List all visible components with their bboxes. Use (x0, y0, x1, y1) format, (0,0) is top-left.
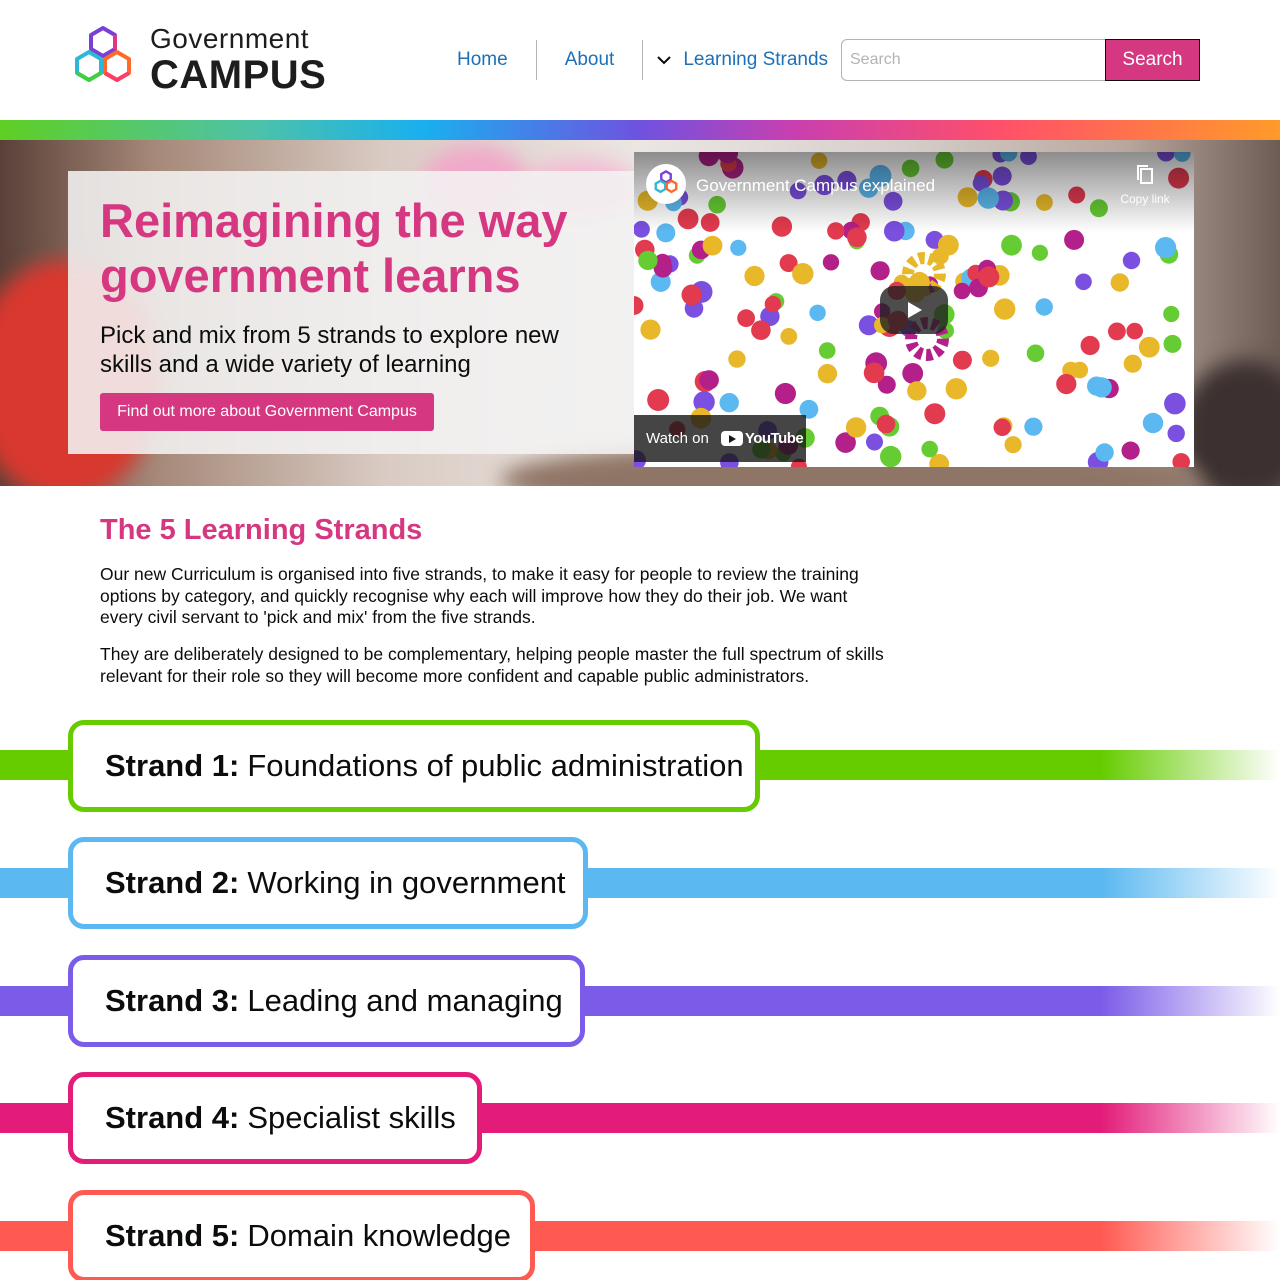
watch-on-youtube-button[interactable]: Watch on YouTube (634, 415, 806, 462)
strand-3-card[interactable]: Strand 3: Leading and managing (68, 955, 585, 1047)
strand-4-title: Specialist skills (247, 1100, 456, 1135)
search-input[interactable] (841, 39, 1105, 81)
strand-4-card[interactable]: Strand 4: Specialist skills (68, 1072, 482, 1164)
channel-avatar[interactable] (646, 164, 686, 204)
strand-2-card[interactable]: Strand 2: Working in government (68, 837, 588, 929)
logo-line-2: CAMPUS (150, 53, 327, 97)
video-player[interactable]: Government Campus explained Copy link Wa… (634, 152, 1194, 467)
strand-5-prefix: Strand 5: (105, 1218, 240, 1253)
strand-3-title: Leading and managing (247, 983, 563, 1018)
rainbow-divider (0, 120, 1280, 140)
youtube-play-icon (720, 431, 743, 446)
strand-1-title: Foundations of public administration (247, 748, 744, 783)
copy-link-button[interactable]: Copy link (1110, 164, 1180, 206)
strand-2-title: Working in government (247, 865, 566, 900)
logo-line-1: Government (150, 23, 310, 54)
logo-wordmark: Government CAMPUS (150, 23, 327, 97)
site-header: Government CAMPUS Home About Learning St… (0, 0, 1280, 120)
learning-strands-heading: The 5 Learning Strands (100, 514, 423, 546)
watch-on-label: Watch on (646, 430, 709, 447)
nav-home-link[interactable]: Home (429, 40, 536, 80)
hero-title: Reimagining the way government learns (100, 194, 568, 302)
strand-2-prefix: Strand 2: (105, 865, 240, 900)
youtube-logo: YouTube (720, 430, 804, 447)
strand-4-prefix: Strand 4: (105, 1100, 240, 1135)
strand-5-title: Domain knowledge (247, 1218, 512, 1253)
hero-card: Reimagining the way government learns Pi… (68, 171, 634, 454)
find-out-more-button[interactable]: Find out more about Government Campus (100, 393, 434, 431)
main-navigation: Home About Learning Strands (429, 40, 856, 80)
play-icon (908, 302, 922, 318)
play-button[interactable] (880, 286, 948, 334)
video-title[interactable]: Government Campus explained (696, 176, 935, 196)
search-button[interactable]: Search (1105, 39, 1200, 81)
search-form: Search (841, 39, 1200, 81)
intro-paragraph: Our new Curriculum is organised into fiv… (100, 564, 859, 627)
strand-3-prefix: Strand 3: (105, 983, 240, 1018)
chevron-down-icon (657, 55, 672, 65)
copy-icon (1137, 165, 1153, 184)
strand-1-card[interactable]: Strand 1: Foundations of public administ… (68, 720, 760, 812)
hexagon-logo-icon (654, 170, 678, 194)
youtube-wordmark: YouTube (744, 430, 804, 447)
nav-learning-strands-label: Learning Strands (683, 49, 829, 70)
hero-subtitle: Pick and mix from 5 strands to explore n… (100, 322, 559, 378)
intro-paragraph: They are deliberately designed to be com… (100, 644, 884, 686)
hexagon-logo-icon (75, 26, 131, 82)
nav-about-link[interactable]: About (537, 40, 643, 80)
strand-5-card[interactable]: Strand 5: Domain knowledge (68, 1190, 535, 1280)
strand-1-prefix: Strand 1: (105, 748, 240, 783)
hero-banner: Reimagining the way government learns Pi… (0, 140, 1280, 486)
government-campus-logo[interactable]: Government CAMPUS (70, 24, 340, 96)
copy-link-label: Copy link (1120, 192, 1170, 206)
nav-learning-strands-menu[interactable]: Learning Strands (643, 40, 856, 80)
background-photo-shape (1180, 360, 1280, 486)
